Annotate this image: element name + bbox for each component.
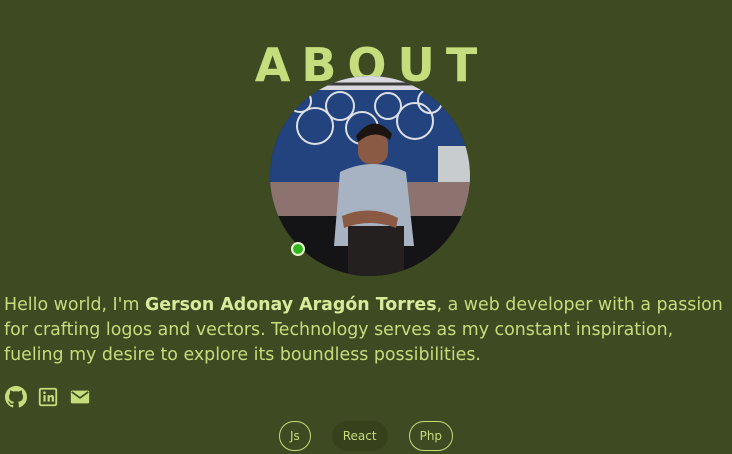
online-status-indicator	[291, 242, 305, 256]
linkedin-icon[interactable]	[37, 386, 59, 408]
skills-list: Js React Php	[0, 421, 732, 451]
social-links	[5, 386, 91, 408]
github-icon[interactable]	[5, 386, 27, 408]
bio-text: Hello world, I'm Gerson Adonay Aragón To…	[4, 293, 728, 368]
bio-intro: Hello world, I'm	[4, 295, 145, 315]
bio-name: Gerson Adonay Aragón Torres	[144, 295, 437, 315]
email-icon[interactable]	[69, 386, 91, 408]
skill-chip-js[interactable]: Js	[278, 421, 311, 451]
skill-chip-php[interactable]: Php	[408, 421, 454, 451]
skill-chip-react[interactable]: React	[331, 421, 388, 451]
